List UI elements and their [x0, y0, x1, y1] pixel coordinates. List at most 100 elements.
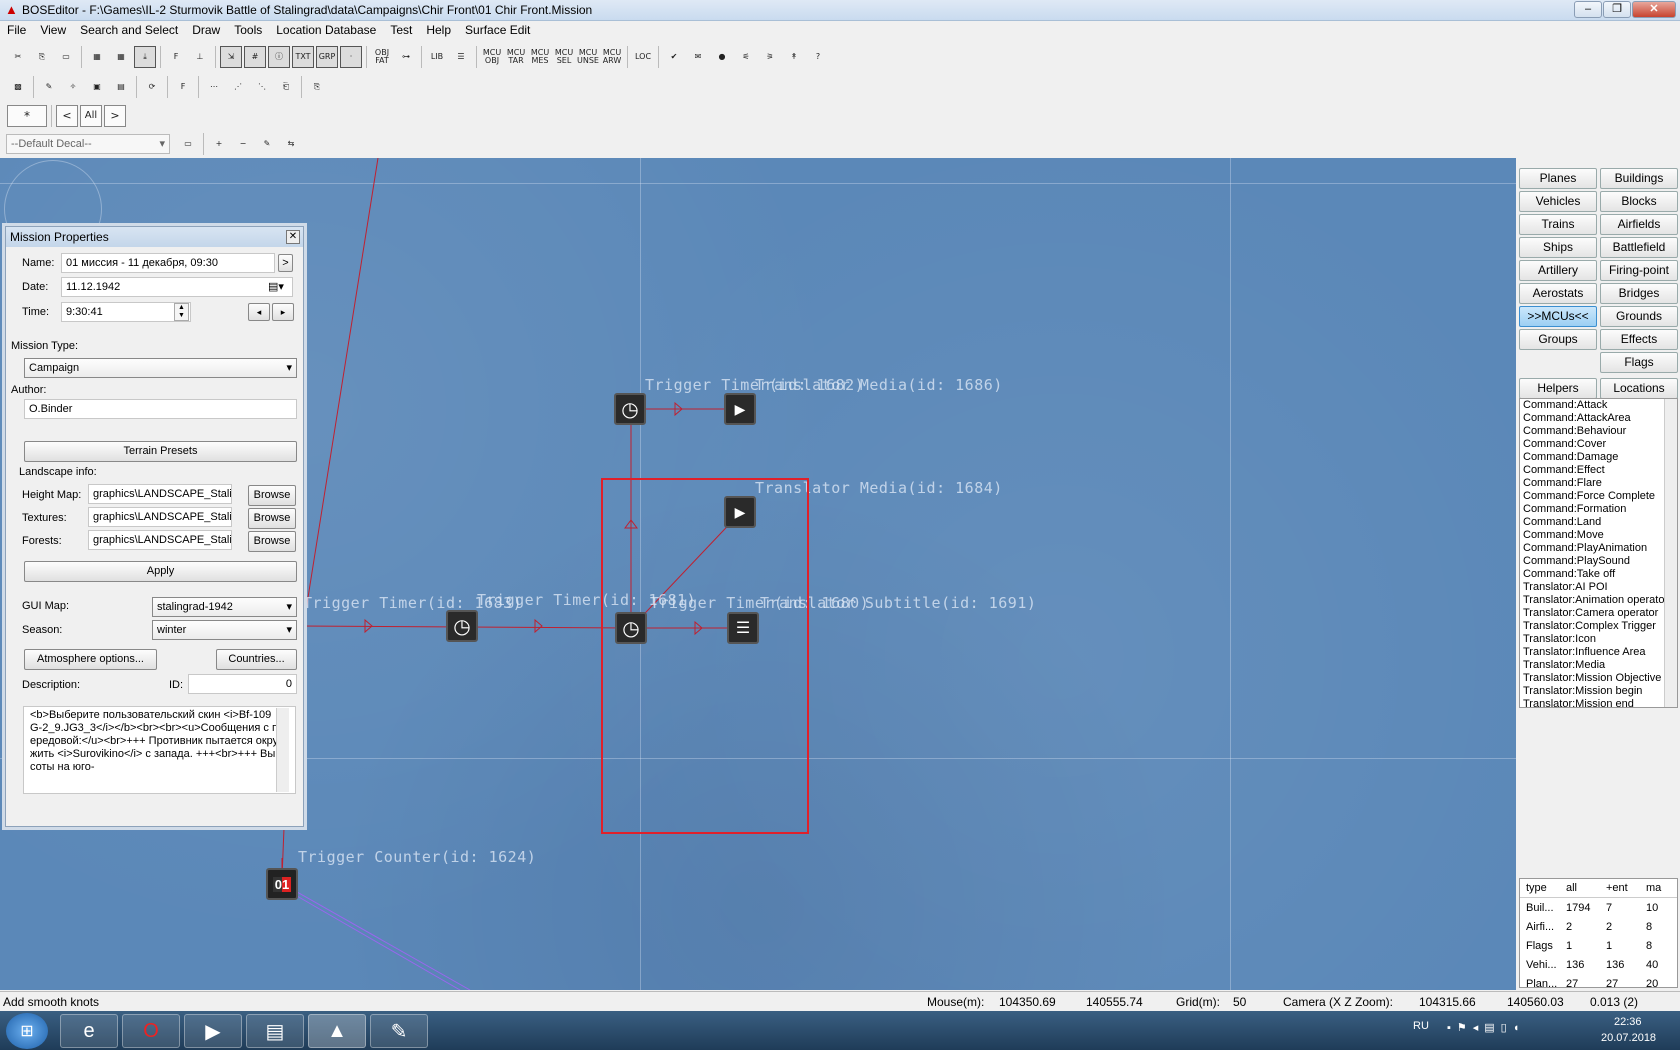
atmosphere-options-button[interactable]: Atmosphere options... — [24, 649, 157, 670]
list-item[interactable]: Command:PlaySound — [1520, 555, 1677, 568]
list-item[interactable]: Translator:Media — [1520, 659, 1677, 672]
trigger-timer-node-1683[interactable]: ◷ — [446, 610, 478, 642]
maximize-button[interactable]: ❐ — [1603, 1, 1631, 18]
list-item[interactable]: Command:Land — [1520, 516, 1677, 529]
object-type-list[interactable]: Command:Attack Command:AttackArea Command:… — [1519, 398, 1678, 708]
list-item[interactable]: Command:PlayAnimation — [1520, 542, 1677, 555]
draw-icon[interactable]: ✎ — [38, 76, 60, 98]
textures-browse-button[interactable]: Browse — [248, 508, 296, 529]
category-flags-button[interactable]: Flags — [1600, 352, 1678, 373]
mcu-arw-icon[interactable]: MCU ARW — [601, 46, 623, 68]
category-effects-button[interactable]: Effects — [1600, 329, 1678, 350]
green-dot-icon[interactable]: ● — [711, 46, 733, 68]
knots2-icon[interactable]: ⋰ — [227, 76, 249, 98]
menu-search-and-select[interactable]: Search and Select — [73, 21, 185, 41]
list-item[interactable]: Command:Damage — [1520, 451, 1677, 464]
help-icon[interactable]: ? — [807, 46, 829, 68]
download-icon[interactable]: ⤓ — [134, 46, 156, 68]
tray-icons[interactable]: ▪⚑◂▤▯◖ — [1447, 1021, 1525, 1034]
trigger-timer-node-1682[interactable]: ◷ — [614, 393, 646, 425]
list-item[interactable]: Command:Move — [1520, 529, 1677, 542]
start-button[interactable]: ⊞ — [6, 1013, 48, 1049]
check-icon[interactable]: ✔ — [663, 46, 685, 68]
list-item[interactable]: Command:Force Complete — [1520, 490, 1677, 503]
list-item[interactable]: Command:Effect — [1520, 464, 1677, 477]
clock-date[interactable]: 20.07.2018 — [1601, 1032, 1656, 1044]
all-layers-button[interactable]: All — [80, 105, 102, 127]
name-next-button[interactable]: > — [278, 254, 293, 272]
editor-task-icon[interactable]: ✎ — [370, 1014, 428, 1048]
name-field[interactable]: 01 миссия - 11 декабря, 09:30 — [61, 253, 275, 273]
list-item[interactable]: Translator:Complex Trigger — [1520, 620, 1677, 633]
terrain-presets-button[interactable]: Terrain Presets — [24, 441, 297, 462]
textures-field[interactable]: graphics\LANDSCAPE_Stalin — [88, 507, 232, 527]
date-field[interactable]: 11.12.1942 — [61, 277, 293, 297]
list-item[interactable]: Command:Attack — [1520, 399, 1677, 412]
lib-icon[interactable]: LIB — [426, 46, 448, 68]
mission-type-select[interactable]: Campaign — [24, 358, 297, 378]
forests-field[interactable]: graphics\LANDSCAPE_Stalin — [88, 530, 232, 550]
map-green-icon[interactable]: ▦ — [86, 46, 108, 68]
menu-draw[interactable]: Draw — [185, 21, 227, 41]
category-artillery-button[interactable]: Artillery — [1519, 260, 1597, 281]
height-map-field[interactable]: graphics\LANDSCAPE_Stalin — [88, 484, 232, 504]
list-item[interactable]: Command:Take off — [1520, 568, 1677, 581]
remove-icon[interactable]: − — [232, 133, 254, 155]
layer-star-button[interactable]: * — [7, 105, 47, 127]
description-scrollbar[interactable] — [276, 708, 289, 792]
category-firingpoint-button[interactable]: Firing-point — [1600, 260, 1678, 281]
menu-test[interactable]: Test — [383, 21, 419, 41]
copy-icon[interactable]: ⎘ — [31, 46, 53, 68]
arrow-up-icon[interactable]: ↟ — [783, 46, 805, 68]
helpers-tab[interactable]: Helpers — [1519, 378, 1597, 399]
list-icon[interactable]: ☰ — [450, 46, 472, 68]
category-trains-button[interactable]: Trains — [1519, 214, 1597, 235]
decal-select[interactable]: --Default Decal-- — [6, 134, 170, 154]
map-color-icon[interactable]: ▦ — [110, 46, 132, 68]
grp-icon[interactable]: GRP — [316, 46, 338, 68]
rotate-icon[interactable]: ⟳ — [141, 76, 163, 98]
list-item[interactable]: Translator:Mission begin — [1520, 685, 1677, 698]
ruler-icon[interactable]: ▭ — [55, 46, 77, 68]
add-icon[interactable]: + — [208, 133, 230, 155]
category-buildings-button[interactable]: Buildings — [1600, 168, 1678, 189]
pencil-icon[interactable]: ✎ — [256, 133, 278, 155]
category-battlefield-button[interactable]: Battlefield — [1600, 237, 1678, 258]
import-icon[interactable]: ⎘ — [306, 76, 328, 98]
txt-icon[interactable]: TXT — [292, 46, 314, 68]
locations-tab[interactable]: Locations — [1600, 378, 1678, 399]
clock-time[interactable]: 22:36 — [1614, 1016, 1642, 1028]
translator-media-node-1686[interactable]: ▶ — [724, 393, 756, 425]
list-item[interactable]: Command:AttackArea — [1520, 412, 1677, 425]
cut-icon[interactable]: ✂ — [7, 46, 29, 68]
opera-icon[interactable]: O — [122, 1014, 180, 1048]
image-icon[interactable]: ▣ — [86, 76, 108, 98]
category-vehicles-button[interactable]: Vehicles — [1519, 191, 1597, 212]
list-item[interactable]: Command:Behaviour — [1520, 425, 1677, 438]
mcu-mes-icon[interactable]: MCU MES — [529, 46, 551, 68]
menu-view[interactable]: View — [33, 21, 73, 41]
calendar-dropdown-icon[interactable]: ▤▾ — [268, 280, 284, 293]
info-icon[interactable]: ⓘ — [268, 46, 290, 68]
time-next-button[interactable]: ▸ — [272, 303, 294, 321]
time-spinner-icon[interactable]: ▲ ▼ — [174, 303, 189, 321]
forests-browse-button[interactable]: Browse — [248, 531, 296, 552]
level2-icon[interactable]: ⚞ — [759, 46, 781, 68]
list-item[interactable]: Command:Formation — [1520, 503, 1677, 516]
author-field[interactable]: O.Binder — [24, 399, 297, 419]
decal-icon[interactable]: ▭ — [177, 133, 199, 155]
menu-location-database[interactable]: Location Database — [269, 21, 383, 41]
category-groups-button[interactable]: Groups — [1519, 329, 1597, 350]
mcu-unse-icon[interactable]: MCU UNSE — [577, 46, 599, 68]
swap-icon[interactable]: ⇆ — [280, 133, 302, 155]
level-icon[interactable]: ⚟ — [735, 46, 757, 68]
next-layer-button[interactable]: > — [104, 105, 126, 127]
trigger-counter-node-1624[interactable]: 01 — [266, 868, 298, 900]
mcu-tar-icon[interactable]: MCU TAR — [505, 46, 527, 68]
season-select[interactable]: winter — [152, 620, 297, 640]
time-field[interactable]: 9:30:41 — [61, 302, 191, 322]
category-planes-button[interactable]: Planes — [1519, 168, 1597, 189]
list-item[interactable]: Translator:Mission Objective — [1520, 672, 1677, 685]
list-item[interactable]: Command:Flare — [1520, 477, 1677, 490]
close-button[interactable]: ✕ — [1632, 1, 1676, 18]
